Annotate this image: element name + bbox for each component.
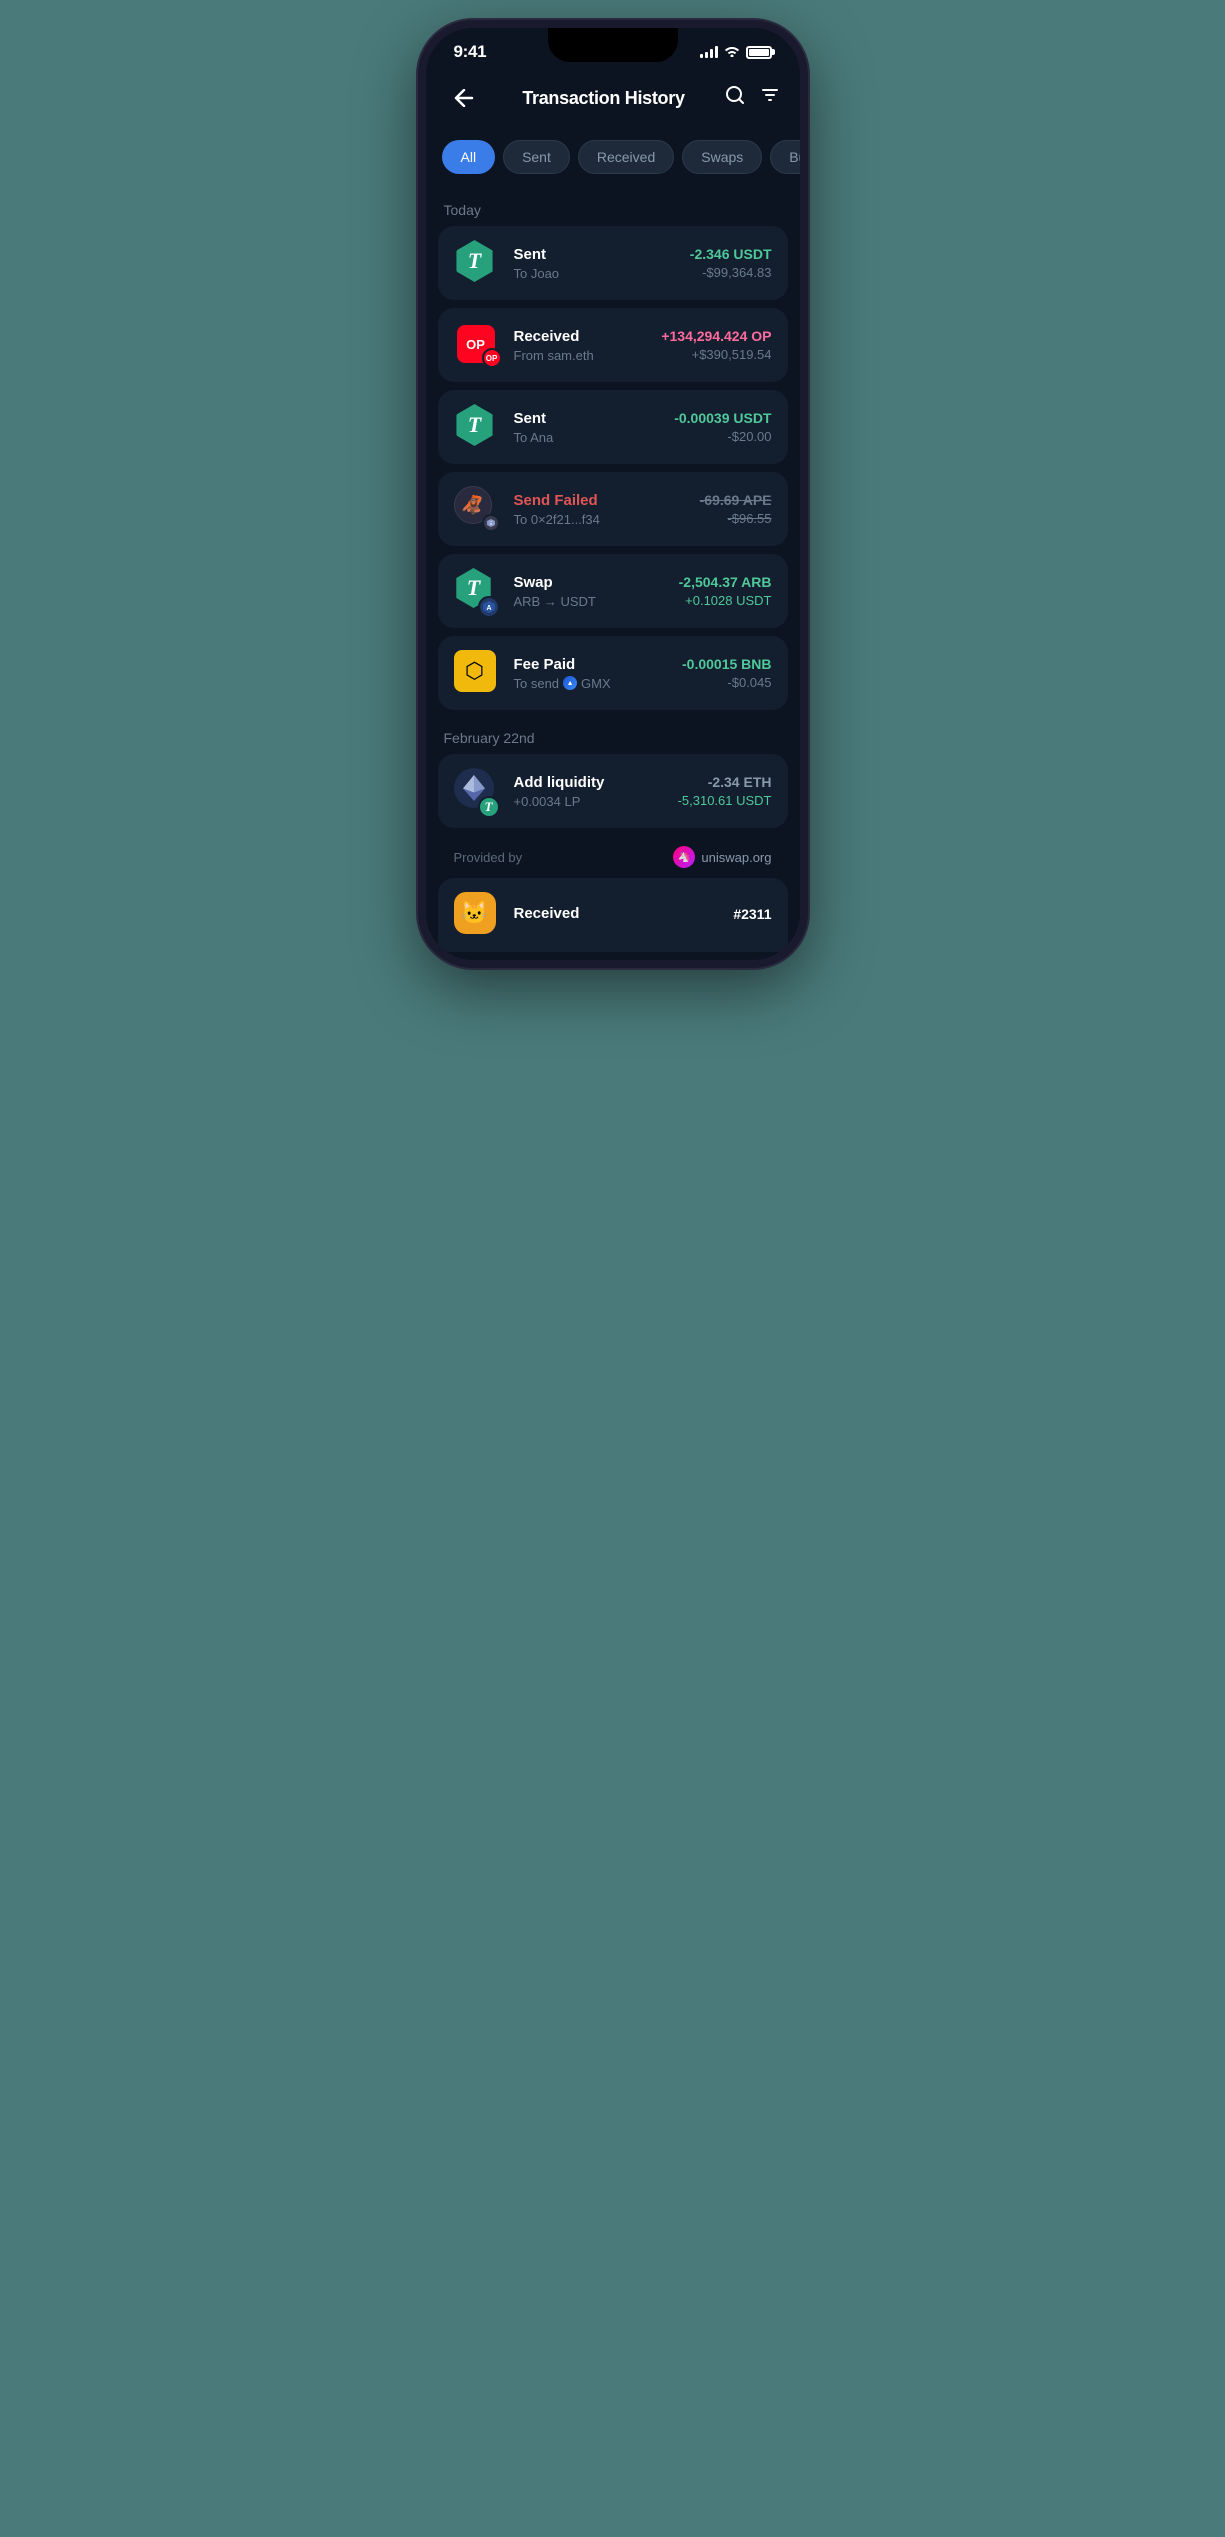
tx-amount-primary: -0.00039 USDT <box>674 410 771 426</box>
tx-amount-primary: +134,294.424 OP <box>661 328 771 344</box>
tx-title: Sent <box>514 246 676 263</box>
tx-icon-nft: 🐱 <box>454 892 500 938</box>
tx-title: Fee Paid <box>514 656 669 673</box>
header: Transaction History <box>426 70 800 132</box>
tx-subtitle: +0.0034 LP <box>514 794 664 809</box>
tx-icon-arb: T A <box>454 568 500 614</box>
tx-amount-primary: #2311 <box>733 906 771 922</box>
tx-title: Sent <box>514 410 661 427</box>
transaction-item[interactable]: T Add liquidity +0.0034 LP -2.34 ETH -5,… <box>438 754 788 828</box>
tx-icon-ape: 🦧 Ξ <box>454 486 500 532</box>
tab-all[interactable]: All <box>442 140 496 174</box>
provided-by-url: uniswap.org <box>701 850 771 865</box>
tx-title: Received <box>514 328 648 345</box>
tx-amount-primary: -2,504.37 ARB <box>679 574 772 590</box>
provided-by-source[interactable]: 🦄 uniswap.org <box>673 846 771 868</box>
tx-amount-secondary: -$99,364.83 <box>690 265 772 280</box>
tx-icon-usdt-2: T <box>454 404 500 450</box>
status-icons <box>700 44 772 60</box>
tx-icon-bnb: ⬡ <box>454 650 500 696</box>
gmx-icon: ▲ <box>563 676 577 690</box>
tab-received[interactable]: Received <box>578 140 674 174</box>
tx-amount-primary: -2.34 ETH <box>678 774 772 790</box>
tx-amount-secondary: -$0.045 <box>682 675 772 690</box>
transaction-item[interactable]: T Sent To Ana -0.00039 USDT -$20.00 <box>438 390 788 464</box>
tx-icon-op: OP OP <box>454 322 500 368</box>
tx-amount-primary: -69.69 APE <box>700 492 772 508</box>
transaction-list: Today T Sent To Joao -2.346 USDT -$99,36… <box>426 190 800 952</box>
filter-tabs: All Sent Received Swaps Buy Se <box>426 132 800 190</box>
svg-text:A: A <box>486 605 491 612</box>
wifi-icon <box>724 44 740 60</box>
provided-by-section: Provided by 🦄 uniswap.org <box>438 836 788 878</box>
battery-icon <box>746 46 772 59</box>
tx-amount-primary: -0.00015 BNB <box>682 656 772 672</box>
provided-by-label: Provided by <box>454 850 523 865</box>
tx-title-failed: Send Failed <box>514 492 686 509</box>
search-icon[interactable] <box>725 85 745 111</box>
tx-title: Swap <box>514 574 665 591</box>
section-today: Today <box>438 190 788 226</box>
tx-subtitle: To send ▲ GMX <box>514 676 669 691</box>
transaction-item[interactable]: OP OP Received From sam.eth +134,294.424… <box>438 308 788 382</box>
tx-subtitle: To Ana <box>514 430 661 445</box>
tx-amount-secondary: -$20.00 <box>674 429 771 444</box>
header-actions <box>725 85 779 111</box>
tx-subtitle: To 0×2f21...f34 <box>514 512 686 527</box>
transaction-item[interactable]: T Sent To Joao -2.346 USDT -$99,364.83 <box>438 226 788 300</box>
tx-amount-secondary: -5,310.61 USDT <box>678 793 772 808</box>
transaction-item[interactable]: T A Swap ARB → USDT -2,504.37 ARB +0.102… <box>438 554 788 628</box>
tx-title: Add liquidity <box>514 774 664 791</box>
transaction-item[interactable]: 🦧 Ξ Send Failed To 0×2f21...f34 -69.69 A… <box>438 472 788 546</box>
phone-frame: 9:41 Transaction History <box>418 20 808 968</box>
tx-icon-eth: T <box>454 768 500 814</box>
tx-amount-secondary: +0.1028 USDT <box>679 593 772 608</box>
tx-subtitle: ARB → USDT <box>514 594 665 609</box>
tx-icon-usdt-1: T <box>454 240 500 286</box>
uniswap-logo: 🦄 <box>673 846 695 868</box>
back-button[interactable] <box>446 80 482 116</box>
tx-amount-secondary: +$390,519.54 <box>661 347 771 362</box>
tab-sent[interactable]: Sent <box>503 140 570 174</box>
section-feb22: February 22nd <box>438 718 788 754</box>
page-title: Transaction History <box>522 88 684 109</box>
tx-amount-secondary: -$96.55 <box>700 511 772 526</box>
filter-icon[interactable] <box>761 86 779 110</box>
tx-title: Received <box>514 905 720 922</box>
signal-icon <box>700 46 718 58</box>
tx-subtitle: To Joao <box>514 266 676 281</box>
tx-amount-primary: -2.346 USDT <box>690 246 772 262</box>
transaction-item[interactable]: 🐱 Received #2311 <box>438 878 788 952</box>
status-time: 9:41 <box>454 42 487 62</box>
tab-buy[interactable]: Buy <box>770 140 799 174</box>
tx-subtitle: From sam.eth <box>514 348 648 363</box>
transaction-item[interactable]: ⬡ Fee Paid To send ▲ GMX -0.00015 BNB -$… <box>438 636 788 710</box>
notch <box>548 28 678 62</box>
tab-swaps[interactable]: Swaps <box>682 140 762 174</box>
